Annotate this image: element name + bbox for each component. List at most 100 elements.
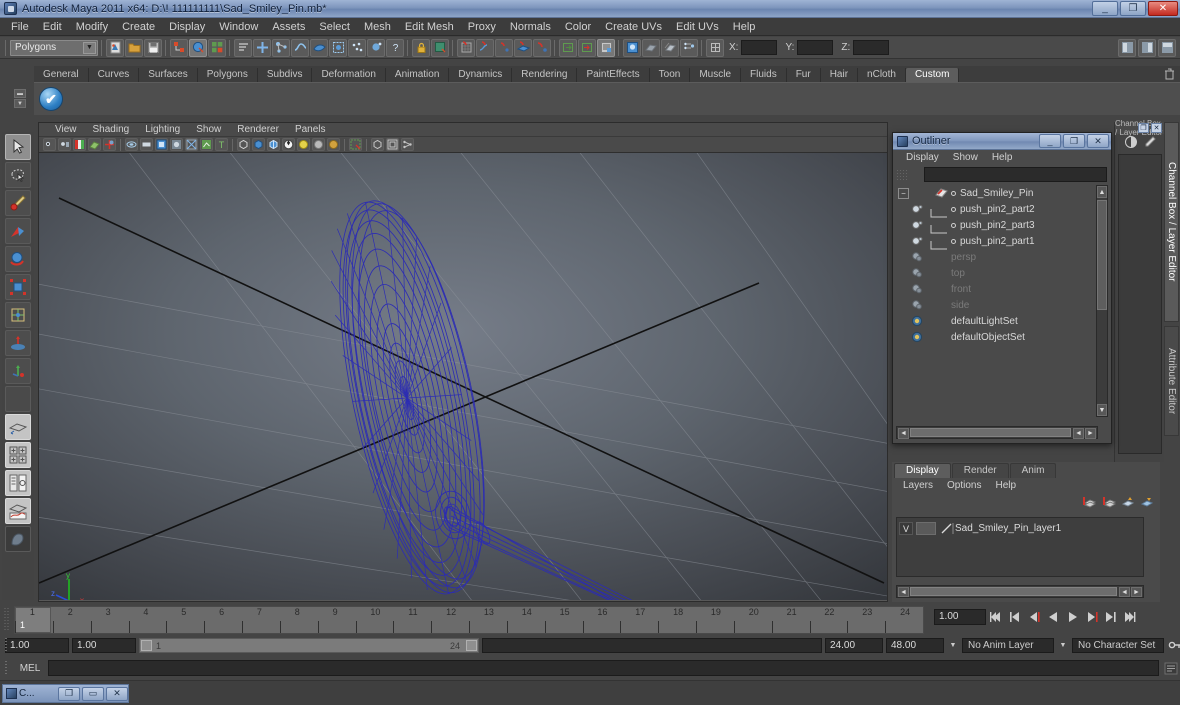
outliner-item-default-object-set[interactable]: defaultObjectSet bbox=[896, 329, 1098, 345]
shelf-tab-polygons[interactable]: Polygons bbox=[197, 68, 258, 82]
select-deformers-icon[interactable] bbox=[329, 38, 347, 57]
outliner-item-push-pin2-part3[interactable]: push_pin2_part3 bbox=[896, 217, 1098, 234]
toggle-input-fields-icon[interactable] bbox=[706, 38, 724, 57]
select-joints-icon[interactable] bbox=[272, 38, 290, 57]
outliner-restore-button[interactable]: ❐ bbox=[1063, 134, 1085, 148]
select-by-hierarchy-icon[interactable] bbox=[170, 38, 188, 57]
render-batch-icon[interactable] bbox=[661, 38, 679, 57]
viewport-3d-canvas[interactable]: persp y x z bbox=[39, 153, 887, 600]
shelf-tab-toon[interactable]: Toon bbox=[649, 68, 691, 82]
snap-to-curve-icon[interactable] bbox=[476, 38, 494, 57]
help-question-icon[interactable]: ? bbox=[386, 38, 404, 57]
playback-speed-field[interactable]: 1.00 bbox=[934, 608, 986, 625]
shelf-tab-muscle[interactable]: Muscle bbox=[690, 68, 742, 82]
shelf-scroll-up-icon[interactable]: ▬ bbox=[14, 89, 26, 98]
restore-button[interactable]: ❐ bbox=[1120, 1, 1146, 16]
minimized-window-bar[interactable]: C... ❐ ▭ ✕ bbox=[2, 684, 129, 703]
outliner-item-front[interactable]: front bbox=[896, 281, 1098, 297]
step-back-frame-button[interactable] bbox=[1026, 608, 1043, 625]
select-tool-icon[interactable] bbox=[5, 134, 31, 160]
layer-editor-horizontal-scrollbar[interactable]: ◄ ◄ ► bbox=[896, 585, 1144, 598]
film-gate-icon[interactable] bbox=[140, 138, 153, 151]
menu-item-window[interactable]: Window bbox=[212, 20, 265, 34]
chevron-down-icon[interactable]: ▼ bbox=[1057, 638, 1069, 653]
last-tool-used-slot[interactable] bbox=[5, 386, 31, 412]
new-scene-icon[interactable] bbox=[106, 38, 124, 57]
outliner-minimize-button[interactable]: _ bbox=[1039, 134, 1061, 148]
menu-item-normals[interactable]: Normals bbox=[503, 20, 558, 34]
outliner-menu-help[interactable]: Help bbox=[985, 152, 1020, 163]
scroll-up-icon[interactable]: ▲ bbox=[1097, 186, 1107, 198]
expand-collapse-icon[interactable]: − bbox=[898, 187, 909, 199]
outliner-item-sad-smiley-pin[interactable]: − Sad_Smiley_Pin bbox=[896, 185, 1098, 201]
shelf-tab-painteffects[interactable]: PaintEffects bbox=[577, 68, 650, 82]
select-by-object-icon[interactable] bbox=[189, 38, 207, 57]
select-surfaces-icon[interactable] bbox=[310, 38, 328, 57]
step-forward-key-button[interactable] bbox=[1102, 608, 1119, 625]
menu-item-help[interactable]: Help bbox=[726, 20, 763, 34]
channel-box-restore-button[interactable]: ❐ bbox=[1138, 123, 1149, 133]
use-all-lights-icon[interactable] bbox=[297, 138, 310, 151]
range-slider-right-grip[interactable] bbox=[466, 639, 477, 651]
scale-tool-icon[interactable] bbox=[5, 274, 31, 300]
snap-grid-toggle-icon[interactable] bbox=[431, 38, 449, 57]
menu-item-assets[interactable]: Assets bbox=[265, 20, 312, 34]
shelf-scroll-controls[interactable]: ▬ ▼ bbox=[12, 82, 28, 115]
shelf-tab-fur[interactable]: Fur bbox=[786, 68, 821, 82]
shelf-tab-hair[interactable]: Hair bbox=[820, 68, 859, 82]
gate-mask-icon[interactable] bbox=[170, 138, 183, 151]
viewport-menu-show[interactable]: Show bbox=[188, 124, 229, 135]
move-layer-up-icon[interactable] bbox=[1121, 496, 1135, 508]
viewport-menu-lighting[interactable]: Lighting bbox=[137, 124, 188, 135]
construction-history-on-icon[interactable] bbox=[559, 38, 577, 57]
snap-to-view-plane-icon[interactable] bbox=[533, 38, 551, 57]
shelf-tab-animation[interactable]: Animation bbox=[385, 68, 450, 82]
character-set-dropdown[interactable]: No Character Set bbox=[1072, 637, 1164, 653]
minimized-window-restore-button[interactable]: ❐ bbox=[58, 686, 80, 701]
play-forwards-button[interactable] bbox=[1064, 608, 1081, 625]
tab-display[interactable]: Display bbox=[894, 463, 951, 478]
show-attribute-editor-icon[interactable] bbox=[1138, 38, 1156, 57]
snap-to-grid-icon[interactable] bbox=[457, 38, 475, 57]
scroll-left-icon[interactable]: ◄ bbox=[898, 587, 909, 597]
tab-anim[interactable]: Anim bbox=[1009, 463, 1057, 478]
viewport-menu-shading[interactable]: Shading bbox=[85, 124, 138, 135]
camera-attributes-icon[interactable] bbox=[58, 138, 71, 151]
viewport-menu-panels[interactable]: Panels bbox=[287, 124, 334, 135]
grid-toggle-icon[interactable] bbox=[125, 138, 138, 151]
wireframe-shading-icon[interactable] bbox=[237, 138, 250, 151]
snap-to-plane-icon[interactable] bbox=[514, 38, 532, 57]
shelf-delete-icon[interactable] bbox=[1164, 68, 1176, 82]
shelf-tab-curves[interactable]: Curves bbox=[88, 68, 140, 82]
viewport-menu-renderer[interactable]: Renderer bbox=[229, 124, 287, 135]
smooth-shade-wireframe-icon[interactable] bbox=[267, 138, 280, 151]
smooth-shade-all-icon[interactable] bbox=[252, 138, 265, 151]
outliner-item-top[interactable]: top bbox=[896, 265, 1098, 281]
chevron-down-icon[interactable]: ▼ bbox=[83, 41, 96, 54]
text-overlay-icon[interactable]: T bbox=[215, 138, 228, 151]
range-slider[interactable]: 1 24 bbox=[139, 637, 479, 653]
outliner-close-button[interactable]: ✕ bbox=[1087, 134, 1109, 148]
auto-key-button[interactable] bbox=[1167, 637, 1180, 654]
save-scene-icon[interactable] bbox=[144, 38, 162, 57]
render-current-frame-icon[interactable] bbox=[623, 38, 641, 57]
outliner-menu-show[interactable]: Show bbox=[946, 152, 985, 163]
layer-menu-options[interactable]: Options bbox=[940, 480, 988, 491]
image-plane-icon[interactable] bbox=[88, 138, 101, 151]
menu-item-color[interactable]: Color bbox=[558, 20, 598, 34]
scroll-left-icon[interactable]: ◄ bbox=[898, 428, 909, 439]
step-forward-frame-button[interactable] bbox=[1083, 608, 1100, 625]
outliner-horizontal-scrollbar[interactable]: ◄ ◄ ► bbox=[896, 426, 1098, 439]
outliner-item-default-light-set[interactable]: defaultLightSet bbox=[896, 313, 1098, 329]
outliner-menu-display[interactable]: Display bbox=[899, 152, 946, 163]
show-manipulator-tool-icon[interactable] bbox=[5, 358, 31, 384]
playback-start-time-field[interactable]: 1.00 bbox=[72, 637, 136, 653]
shelf-tab-fluids[interactable]: Fluids bbox=[741, 68, 787, 82]
layout-four-view-icon[interactable] bbox=[5, 442, 31, 468]
texture-toggle-icon[interactable] bbox=[282, 138, 295, 151]
layout-outliner-persp-icon[interactable] bbox=[5, 470, 31, 496]
viewport-display-cube-icon[interactable] bbox=[371, 138, 384, 151]
command-line-drag-handle[interactable] bbox=[2, 660, 12, 676]
go-to-end-button[interactable] bbox=[1121, 608, 1138, 625]
menu-item-edit-mesh[interactable]: Edit Mesh bbox=[398, 20, 461, 34]
